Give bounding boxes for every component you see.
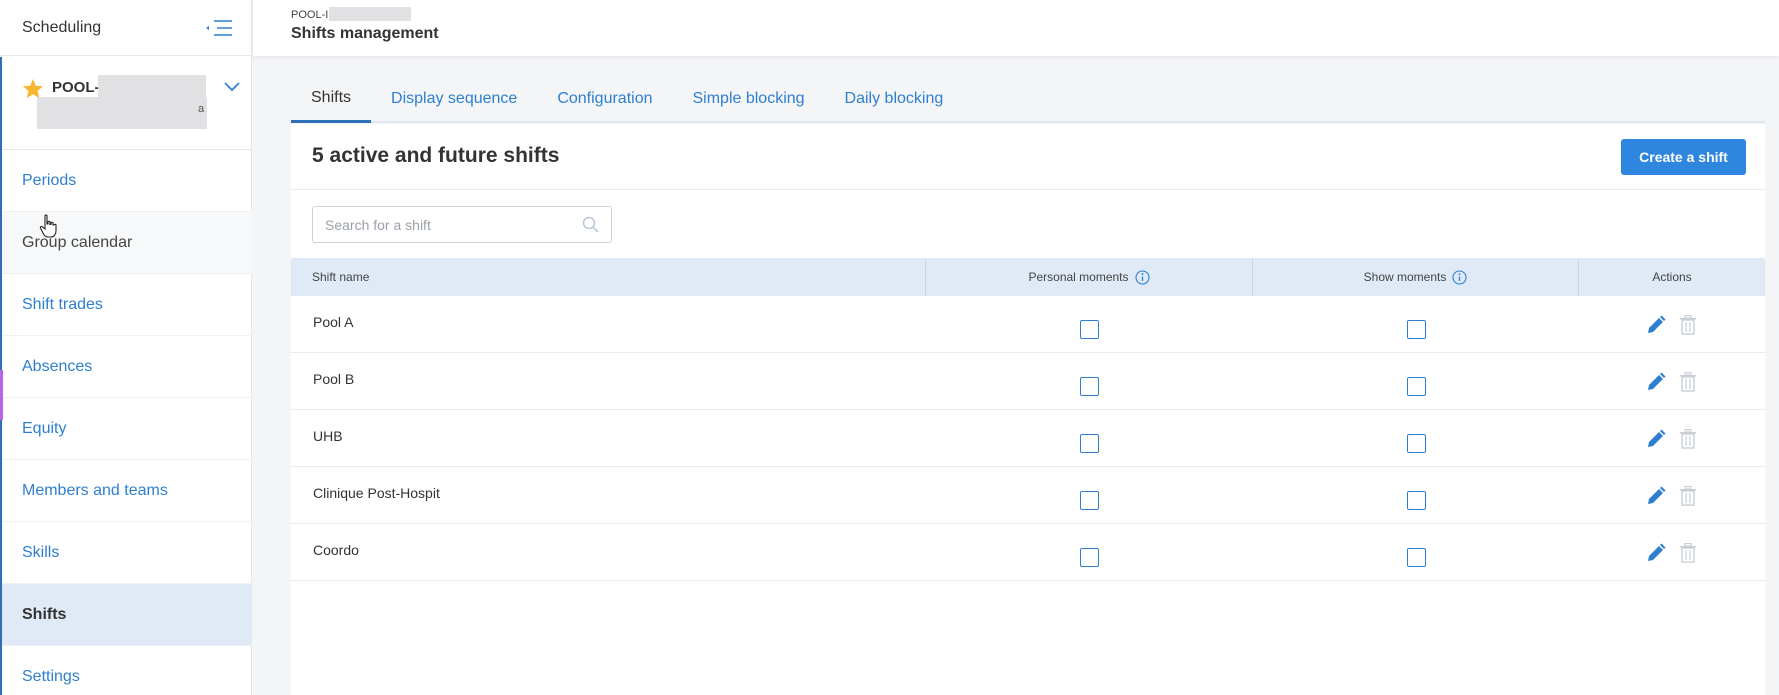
- sidebar-header: Scheduling: [0, 0, 251, 56]
- pool-name: POOL-: [52, 79, 100, 96]
- actions-cell: [1579, 524, 1765, 580]
- personal-moments-checkbox[interactable]: [1080, 377, 1099, 396]
- trash-icon[interactable]: [1677, 542, 1699, 564]
- sidebar-body: POOL- a Periods Group calendar Shift tra…: [0, 57, 252, 695]
- hand-cursor-icon: [39, 214, 57, 243]
- actions-cell: [1579, 353, 1765, 409]
- chevron-down-icon[interactable]: [224, 79, 240, 97]
- column-header-show-moments: Show moments: [1253, 258, 1579, 296]
- tab-display-sequence[interactable]: Display sequence: [371, 76, 537, 121]
- pencil-icon[interactable]: [1645, 428, 1667, 450]
- tab-shifts[interactable]: Shifts: [291, 76, 372, 123]
- trash-icon[interactable]: [1677, 314, 1699, 336]
- show-moments-cell: [1253, 296, 1579, 352]
- app-title: Scheduling: [22, 18, 102, 36]
- page-title: Shifts management: [291, 25, 439, 42]
- show-moments-cell: [1253, 524, 1579, 580]
- show-moments-checkbox[interactable]: [1406, 434, 1426, 453]
- personal-moments-checkbox[interactable]: [1080, 491, 1099, 510]
- column-header-label: Personal moments: [1028, 270, 1129, 284]
- show-moments-checkbox[interactable]: [1406, 491, 1426, 510]
- column-header-label: Show moments: [1363, 270, 1447, 284]
- shift-name-cell: Clinique Post-Hospit: [313, 485, 440, 501]
- create-shift-button[interactable]: Create a shift: [1621, 139, 1746, 175]
- column-header-shift-name[interactable]: Shift name: [291, 258, 926, 296]
- table-row: Coordo: [291, 524, 1765, 581]
- shift-name-cell: Pool A: [313, 314, 354, 330]
- show-moments-cell: [1253, 410, 1579, 466]
- table-row: UHB: [291, 410, 1765, 467]
- shift-name-cell: Coordo: [313, 542, 359, 558]
- tab-bar: Shifts Display sequence Configuration Si…: [291, 76, 1765, 123]
- redacted-breadcrumb: [329, 7, 411, 21]
- personal-moments-cell: [926, 467, 1253, 523]
- trash-icon[interactable]: [1677, 371, 1699, 393]
- personal-moments-cell: [926, 353, 1253, 409]
- search-icon[interactable]: [582, 216, 599, 238]
- shift-name-cell: UHB: [313, 428, 343, 444]
- nav-accent-marker: [0, 370, 3, 420]
- card-header: 5 active and future shifts Create a shif…: [291, 124, 1765, 190]
- shifts-card: 5 active and future shifts Create a shif…: [291, 124, 1765, 695]
- sidebar: Scheduling POOL- a Periods Group calenda…: [0, 0, 252, 695]
- redacted-pool-detail: [37, 97, 207, 129]
- personal-moments-cell: [926, 410, 1253, 466]
- personal-moments-checkbox[interactable]: [1080, 548, 1099, 567]
- card-title: 5 active and future shifts: [312, 144, 560, 167]
- redacted-pool-name: [98, 75, 206, 97]
- search-box: [312, 206, 612, 243]
- breadcrumb[interactable]: POOL-I: [291, 9, 328, 21]
- personal-moments-cell: [926, 296, 1253, 352]
- pool-selector[interactable]: POOL- a: [2, 57, 252, 150]
- sidebar-item-absences[interactable]: Absences: [2, 336, 252, 398]
- sidebar-item-periods[interactable]: Periods: [2, 150, 252, 212]
- trash-icon[interactable]: [1677, 485, 1699, 507]
- personal-moments-checkbox[interactable]: [1080, 434, 1099, 453]
- show-moments-checkbox[interactable]: [1406, 548, 1426, 567]
- sidebar-item-settings[interactable]: Settings: [2, 646, 252, 695]
- pencil-icon[interactable]: [1645, 371, 1667, 393]
- column-header-actions: Actions: [1652, 270, 1692, 284]
- sidebar-item-equity[interactable]: Equity: [2, 398, 252, 460]
- show-moments-cell: [1253, 467, 1579, 523]
- sidebar-item-shift-trades[interactable]: Shift trades: [2, 274, 252, 336]
- personal-moments-checkbox[interactable]: [1080, 320, 1099, 339]
- pool-subtitle: a: [198, 103, 205, 115]
- info-icon[interactable]: [1134, 269, 1150, 285]
- show-moments-checkbox[interactable]: [1406, 377, 1426, 396]
- personal-moments-cell: [926, 524, 1253, 580]
- table-row: Clinique Post-Hospit: [291, 467, 1765, 524]
- actions-cell: [1579, 296, 1765, 352]
- pencil-icon[interactable]: [1645, 542, 1667, 564]
- show-moments-cell: [1253, 353, 1579, 409]
- table-row: Pool A: [291, 296, 1765, 353]
- search-input[interactable]: [325, 207, 575, 242]
- tab-configuration[interactable]: Configuration: [537, 76, 672, 121]
- sidebar-item-shifts[interactable]: Shifts: [2, 584, 252, 646]
- info-icon[interactable]: [1452, 269, 1467, 285]
- shifts-table: Shift name Personal moments Show moments: [291, 258, 1765, 581]
- tab-simple-blocking[interactable]: Simple blocking: [672, 76, 824, 121]
- sidebar-item-skills[interactable]: Skills: [2, 522, 252, 584]
- table-header: Shift name Personal moments Show moments: [291, 258, 1765, 296]
- actions-cell: [1579, 467, 1765, 523]
- menu-collapse-icon[interactable]: [203, 17, 235, 39]
- column-header-personal-moments: Personal moments: [926, 258, 1253, 296]
- table-row: Pool B: [291, 353, 1765, 410]
- trash-icon[interactable]: [1677, 428, 1699, 450]
- tab-daily-blocking[interactable]: Daily blocking: [825, 76, 964, 121]
- pencil-icon[interactable]: [1645, 314, 1667, 336]
- pencil-icon[interactable]: [1645, 485, 1667, 507]
- top-bar: POOL-I Shifts management: [253, 0, 1779, 56]
- shift-name-cell: Pool B: [313, 371, 355, 387]
- actions-cell: [1579, 410, 1765, 466]
- sidebar-item-members-and-teams[interactable]: Members and teams: [2, 460, 252, 522]
- show-moments-checkbox[interactable]: [1406, 320, 1426, 339]
